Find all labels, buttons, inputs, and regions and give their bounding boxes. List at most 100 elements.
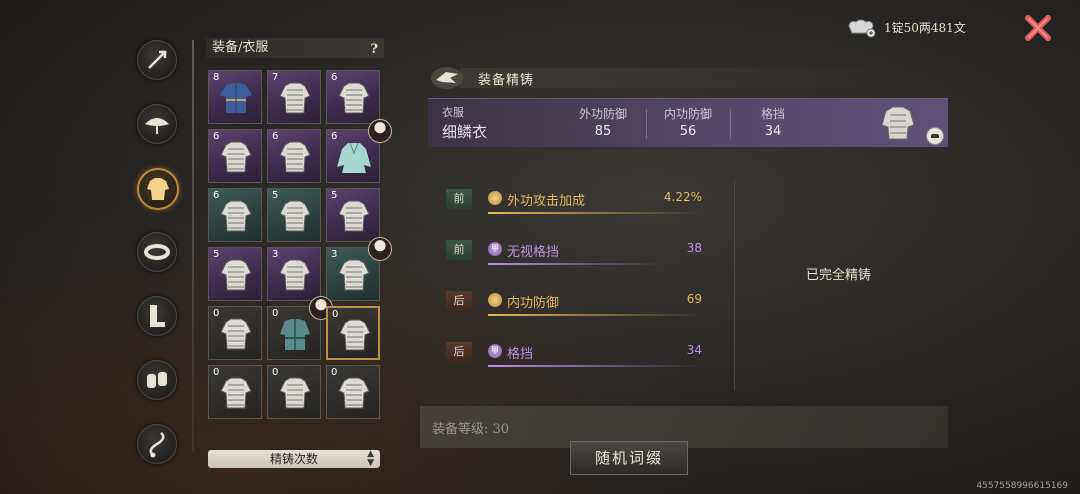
affix-underline [488, 314, 700, 316]
affix-underline [488, 212, 700, 214]
stat-label: 格挡 [760, 107, 785, 121]
affix-position-tag: 前 [446, 189, 472, 209]
inventory-header: 装备/衣服 ? [206, 38, 384, 58]
inventory-slot[interactable]: 6 [326, 70, 380, 124]
currency-amount: 1锭50两481文 [884, 21, 966, 35]
armor-item-icon [337, 142, 371, 173]
equipment-level: 装备等级: 30 [432, 422, 510, 437]
nav-divider [192, 40, 194, 452]
help-icon[interactable]: ? [370, 40, 378, 60]
affix-name: 格挡 [507, 347, 534, 362]
refine-status: 已完全精铸 [806, 268, 872, 283]
stat-divider [646, 109, 647, 139]
affix-type-icon [488, 191, 502, 205]
armor-item-icon [339, 319, 371, 351]
armor-icon [147, 178, 169, 200]
inventory-title: 装备/衣服 [212, 40, 269, 55]
section-title: 装备精铸 [430, 64, 900, 90]
item-category: 衣服 [442, 106, 464, 119]
stat-label: 内功防御 [663, 107, 712, 121]
nav-armor-button[interactable] [137, 168, 179, 210]
affix-value: 4.22% [663, 190, 702, 204]
bracer-icon [147, 372, 167, 388]
armor-item-icon [280, 319, 310, 350]
affix-underline [488, 365, 700, 367]
sort-arrows-icon: ▲ ▼ [367, 449, 374, 468]
inventory-slot[interactable]: 8 [208, 70, 262, 124]
armor-item-icon [220, 83, 252, 113]
close-icon [1025, 15, 1051, 41]
armor-item-icon [338, 82, 370, 114]
nav-hat-button[interactable] [137, 104, 177, 144]
random-affix-button[interactable]: 随机词缀 [570, 441, 688, 475]
armor-item-icon [220, 200, 252, 232]
affix-value: 34 [686, 343, 702, 357]
user-id: 4557558996615169 [976, 481, 1068, 491]
item-name: 细鳞衣 [442, 123, 488, 141]
inventory-slot[interactable]: 5 [267, 188, 321, 242]
stat-value: 34 [764, 124, 782, 139]
inventory-slot[interactable]: 0 [208, 306, 262, 360]
hat-icon [145, 118, 169, 134]
inventory-slot[interactable]: 6 [208, 129, 262, 183]
boots-icon [150, 305, 165, 327]
close-button[interactable] [1020, 12, 1056, 44]
character-avatar-icon [368, 119, 392, 143]
affix-name: 外功攻击加成 [507, 194, 586, 209]
armor-item-icon [220, 259, 252, 291]
stat-label: 外功防御 [578, 107, 627, 121]
equipped-badge-icon [926, 127, 944, 145]
affix-row: 前 外功攻击加成 4.22% [444, 180, 706, 220]
affix-type-icon: 甲 [488, 242, 502, 256]
affix-type-icon: 甲 [488, 344, 502, 358]
section-title-text: 装备精铸 [478, 73, 535, 88]
armor-item-icon [279, 200, 311, 232]
item-card: 衣服 细鳞衣 外功防御 85 内功防御 56 格挡 34 [428, 98, 948, 147]
nav-bracer-button[interactable] [137, 360, 177, 400]
armor-item-icon [338, 377, 370, 409]
inventory-slot[interactable]: 0 [267, 365, 321, 419]
affix-underline [488, 263, 662, 265]
stat-block: 格挡 34 [733, 105, 813, 139]
nav-weapon-button[interactable] [137, 40, 177, 80]
inventory-slot[interactable]: 3 [267, 247, 321, 301]
affix-position-tag: 后 [446, 342, 472, 362]
belt-icon [144, 244, 170, 260]
inventory-slot[interactable]: 5 [208, 247, 262, 301]
affix-row: 后 甲格挡 34 [444, 333, 706, 373]
armor-item-icon [338, 200, 370, 232]
affix-row: 前 甲无视格挡 38 [444, 231, 706, 271]
silver-ingot-icon[interactable] [846, 16, 876, 38]
inventory-slot[interactable]: 5 [326, 188, 380, 242]
affix-type-icon [488, 293, 502, 307]
sort-dropdown[interactable]: 精铸次数 ▲ ▼ [208, 450, 380, 468]
nav-belt-button[interactable] [137, 232, 177, 272]
nav-accessory-button[interactable] [137, 424, 177, 464]
inventory-slot[interactable]: 0 [326, 306, 380, 360]
sort-label: 精铸次数 [269, 452, 318, 466]
affix-position-tag: 后 [446, 291, 472, 311]
armor-item-icon [220, 377, 252, 409]
nav-boots-button[interactable] [137, 296, 177, 336]
affix-value: 38 [686, 241, 702, 255]
inventory-slot[interactable]: 6 [208, 188, 262, 242]
inventory-slot[interactable]: 0 [326, 365, 380, 419]
stat-value: 85 [594, 124, 612, 139]
inventory-slot[interactable]: 6 [267, 129, 321, 183]
inventory-slot[interactable]: 7 [267, 70, 321, 124]
stat-value: 56 [679, 124, 697, 139]
affix-name: 内功防御 [507, 296, 560, 311]
inventory-slot[interactable]: 0 [208, 365, 262, 419]
armor-item-icon [338, 259, 370, 291]
affix-name: 无视格挡 [507, 245, 560, 260]
weapon-icon [148, 50, 167, 69]
armor-item-icon [279, 377, 311, 409]
section-divider [734, 180, 735, 390]
refine-emblem-icon [431, 67, 463, 89]
armor-item-icon [220, 141, 252, 173]
affix-row: 后 内功防御 69 [444, 282, 706, 322]
accessory-icon [149, 432, 165, 458]
affix-position-tag: 前 [446, 240, 472, 260]
stat-inner-defense: 内功防御 56 [648, 105, 728, 139]
affix-value: 69 [686, 292, 702, 306]
